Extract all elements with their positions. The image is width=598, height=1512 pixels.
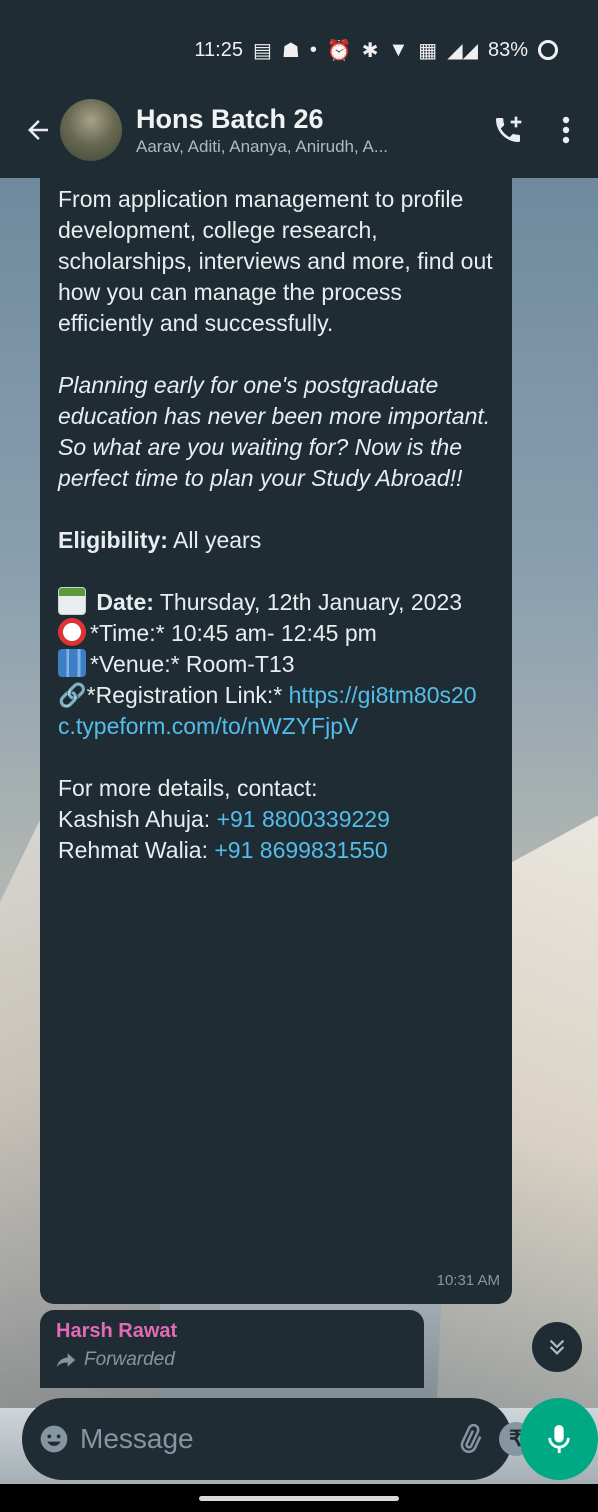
eligibility-label: Eligibility:	[58, 527, 168, 553]
forwarded-text: Forwarded	[84, 1349, 175, 1370]
venue-line: *Venue:* Room-T13	[58, 649, 494, 680]
bluetooth-icon: ✱	[361, 39, 379, 62]
contact-line-1: Kashish Ahuja: +91 8800339229	[58, 804, 494, 835]
home-gesture-handle[interactable]	[199, 1495, 399, 1501]
message-composer: ₹	[22, 1398, 577, 1480]
eligibility-line: Eligibility: All years	[58, 525, 494, 556]
contact2-name: Rehmat Walia:	[58, 837, 215, 863]
contact-line-2: Rehmat Walia: +91 8699831550	[58, 835, 494, 866]
time-line: *Time:* 10:45 am- 12:45 pm	[58, 618, 494, 649]
volte-icon: ▦	[418, 39, 438, 62]
alarm-icon: ⏰	[326, 39, 352, 62]
forwarded-label: Forwarded	[56, 1349, 408, 1371]
alarm-clock-icon	[58, 618, 86, 646]
status-bar: 11:25 ▤ ☗ • ⏰ ✱ ▼ ▦ ◢◢ 83%	[0, 0, 598, 82]
forward-arrow-icon	[56, 1353, 76, 1368]
message-bubble[interactable]: From application management to profile d…	[40, 178, 512, 1304]
battery-icon	[538, 40, 558, 60]
eligibility-value: All years	[167, 527, 262, 553]
group-avatar[interactable]	[60, 99, 122, 161]
group-info[interactable]: Hons Batch 26 Aarav, Aditi, Ananya, Anir…	[136, 103, 480, 157]
back-arrow-icon	[28, 120, 48, 140]
date-line: Date: Thursday, 12th January, 2023	[58, 587, 494, 618]
status-dot: •	[309, 38, 317, 61]
message-paragraph-2: Planning early for one's postgraduate ed…	[58, 372, 491, 491]
contact-heading: For more details, contact:	[58, 775, 318, 801]
registration-line: 🔗*Registration Link:* https://gi8tm80s20…	[58, 680, 494, 742]
calendar-icon	[58, 587, 86, 615]
group-name: Hons Batch 26	[136, 104, 324, 134]
double-chevron-down-icon	[549, 1339, 565, 1355]
battery-percent: 83%	[487, 38, 528, 61]
chat-header: Hons Batch 26 Aarav, Aditi, Ananya, Anir…	[0, 82, 598, 178]
group-members: Aarav, Aditi, Ananya, Anirudh, A...	[136, 137, 389, 156]
contact2-phone[interactable]: +91 8699831550	[214, 837, 387, 863]
kebab-menu-icon	[562, 116, 570, 144]
time-text: *Time:* 10:45 am- 12:45 pm	[90, 620, 377, 646]
back-button[interactable]	[18, 100, 58, 160]
attach-button[interactable]	[455, 1417, 485, 1461]
date-label: Date:	[96, 589, 154, 615]
message-bubble-forwarded[interactable]: Harsh Rawat Forwarded	[40, 1310, 424, 1388]
signal-icon: ◢◢	[447, 39, 478, 62]
snapchat-icon: ☗	[281, 39, 300, 62]
more-options-button[interactable]	[548, 102, 584, 158]
status-icons: ▤ ☗ • ⏰ ✱ ▼ ▦ ◢◢	[253, 38, 478, 63]
paperclip-icon	[460, 1424, 482, 1453]
add-call-button[interactable]	[480, 102, 536, 158]
venue-text: *Venue:* Room-T13	[90, 651, 295, 677]
message-paragraph-1: From application management to profile d…	[58, 186, 493, 336]
status-time: 11:25	[194, 38, 243, 61]
microphone-icon	[548, 1425, 570, 1453]
emoji-button[interactable]	[38, 1419, 70, 1459]
scroll-to-bottom-button[interactable]	[532, 1322, 582, 1372]
contact1-phone[interactable]: +91 8800339229	[217, 806, 390, 832]
notification-icon: ▤	[252, 39, 272, 62]
phone-plus-icon	[496, 116, 522, 142]
wifi-icon: ▼	[388, 38, 409, 61]
voice-message-button[interactable]	[520, 1398, 598, 1480]
message-timestamp: 10:31 AM	[436, 1272, 500, 1289]
contact1-name: Kashish Ahuja:	[58, 806, 217, 832]
sender-name: Harsh Rawat	[56, 1320, 178, 1342]
building-icon	[58, 649, 86, 677]
link-icon: 🔗	[58, 682, 87, 708]
registration-label: *Registration Link:*	[86, 682, 289, 708]
navigation-bar	[0, 1484, 598, 1512]
smiley-icon	[40, 1425, 68, 1453]
date-value: Thursday, 12th January, 2023	[153, 589, 463, 615]
message-input[interactable]	[80, 1409, 441, 1469]
